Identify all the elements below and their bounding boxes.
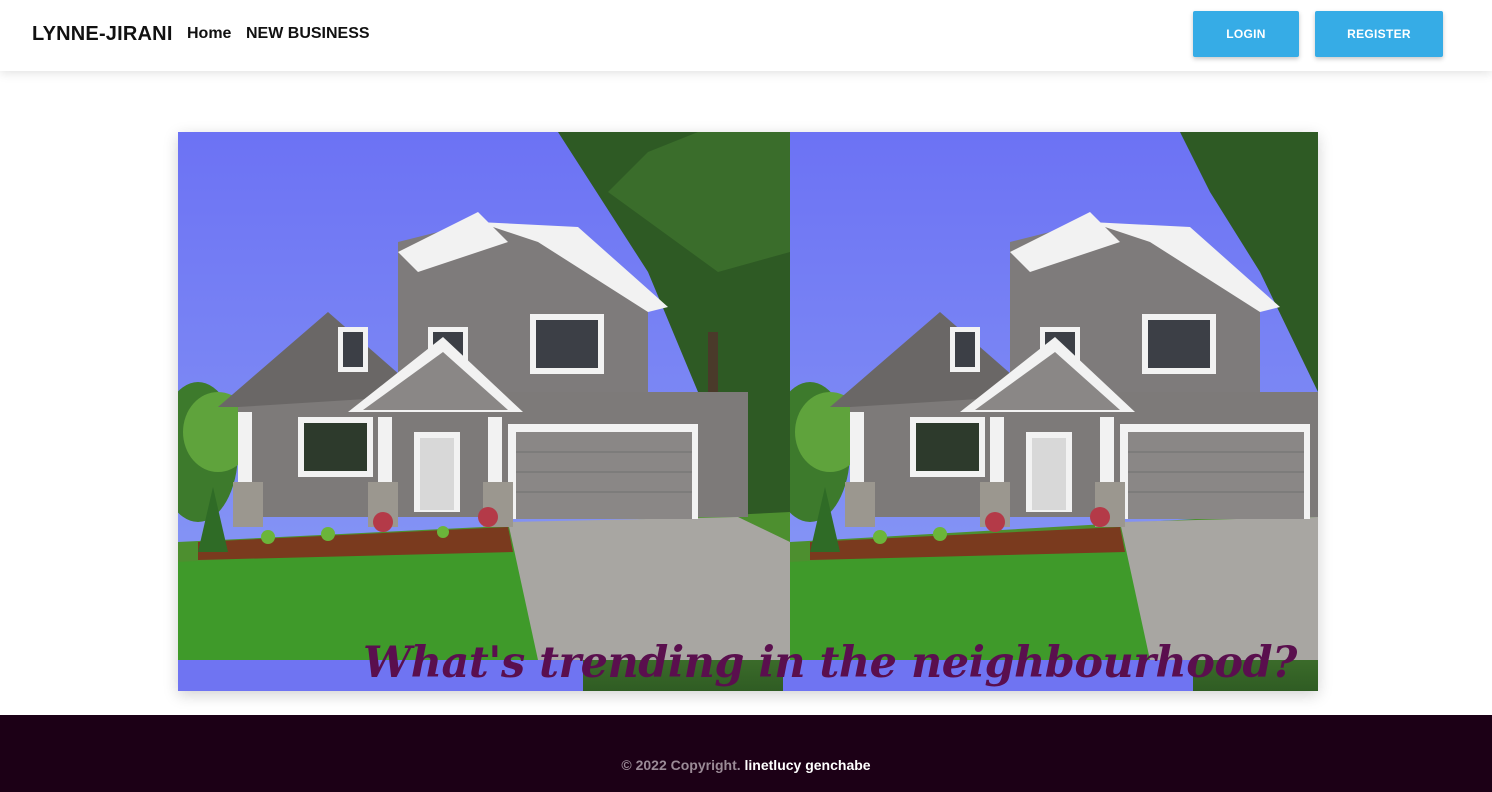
copyright-text: © 2022 Copyright. [621,757,741,773]
author-link[interactable]: linetlucy genchabe [745,757,871,773]
hero-carousel: What's trending in the neighbourhood? [178,132,1318,691]
footer-copyright: © 2022 Copyright. linetlucy genchabe [0,757,1492,773]
nav-link-home[interactable]: Home [187,25,231,43]
register-button[interactable]: REGISTER [1315,11,1443,57]
nav-link-new-business[interactable]: NEW BUSINESS [246,25,370,43]
house-image-2 [790,132,1318,660]
hero-caption: What's trending in the neighbourhood? [363,638,1297,688]
footer: © 2022 Copyright. linetlucy genchabe [0,715,1492,792]
login-button[interactable]: LOGIN [1193,11,1299,57]
brand-logo[interactable]: LYNNE-JIRANI [32,23,173,46]
navbar: LYNNE-JIRANI Home NEW BUSINESS LOGIN REG… [0,0,1492,71]
house-image-1 [178,132,790,660]
